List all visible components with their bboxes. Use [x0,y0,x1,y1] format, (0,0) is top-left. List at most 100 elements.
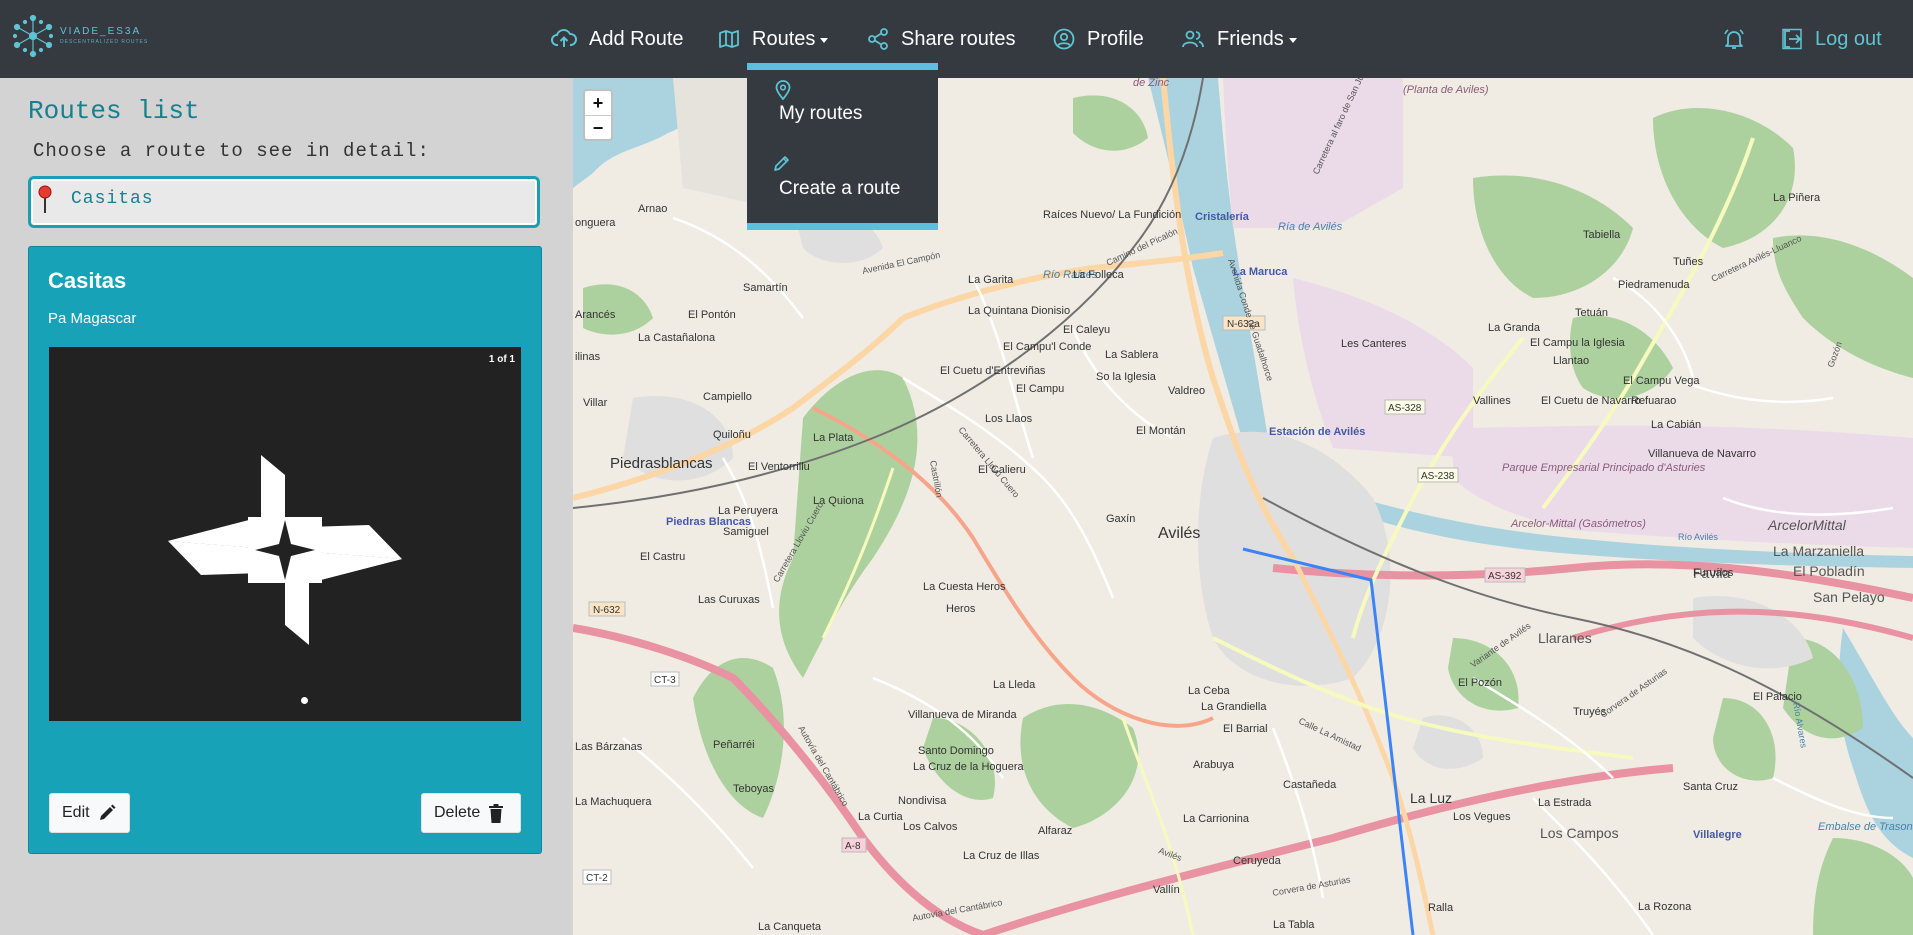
route-image-carousel[interactable]: 1 of 1 [49,347,521,721]
caret-down-icon [820,37,829,43]
map-label-la-marzaniella: La Marzaniella [1773,543,1864,559]
map-label-ria-aviles: Ría de Avilés [1278,221,1343,233]
network-logo-icon [12,14,54,58]
map-label-piedramenuda: Piedramenuda [1618,279,1690,291]
map-label-samiguel: Samiguel [723,526,769,538]
map-label-arnao: Arnao [638,203,667,215]
map-label-samartin: Samartín [743,282,788,294]
top-navbar: VIADE_ES3A DESCENTRALIZED ROUTES Add Rou… [0,0,1913,78]
map-label-aviles: Avilés [1158,525,1200,542]
map-label-vallin: Vallín [1153,884,1180,896]
nav-friends-label: Friends [1217,27,1284,50]
map-label-villanueva-navarro: Villanueva de Navarro [1648,448,1756,460]
route-card-title: Casitas [48,268,127,293]
map-road-name: Castrillón [928,460,944,499]
map-road-name: Gozón [1825,340,1843,368]
trash-icon [489,803,504,823]
map-label-heros: Heros [946,603,976,615]
edit-route-button[interactable]: Edit [49,793,130,833]
cloud-upload-icon [551,29,577,47]
map-label-valdreo: Valdreo [1168,385,1205,397]
map-label-la-quintana: La Quintana Dionisio [968,305,1070,317]
edit-button-label: Edit [62,804,90,821]
map-label-la-cuesta-heros: La Cuesta Heros [923,581,1006,593]
zoom-out-button[interactable]: − [585,116,611,140]
routes-list-subtitle: Choose a route to see in detail: [33,140,430,162]
map-label-villalegre: Villalegre [1693,829,1742,841]
nav-routes-label: Routes [752,27,816,50]
pencil-icon [774,156,789,171]
map-label-el-campu: El Campu [1016,383,1064,395]
map-label-las-curuxas: Las Curuxas [698,594,760,606]
map-label-la-carrionina: La Carrionina [1183,813,1250,825]
map-icon [719,30,739,48]
map-road-name: Autovía del Cantábrico [796,724,850,808]
map-label-la-luz: La Luz [1410,790,1452,806]
map-label-refuarao: Refuarao [1631,395,1676,407]
nav-friends-dropdown[interactable]: Friends [1181,18,1297,60]
map-label-san-pelayo: San Pelayo [1813,589,1885,605]
map-label-la-lleda: La Lleda [993,679,1036,691]
map-pin-icon [775,80,791,100]
map-road-name: Avilés [1157,845,1183,863]
logout-button[interactable]: Log out [1781,18,1882,60]
menu-item-create-route[interactable]: Create a route [779,178,900,200]
map-label-piedrasblancas: Piedrasblancas [610,455,713,472]
nav-share-routes[interactable]: Share routes [867,18,1016,60]
nav-share-routes-label: Share routes [901,27,1016,50]
map-label-embalse: Embalse de Trasona / Trasona [1818,821,1913,833]
map-label-alfaraz: Alfaraz [1038,825,1072,837]
brand-logo[interactable]: VIADE_ES3A DESCENTRALIZED ROUTES [12,14,148,58]
logout-icon [1782,28,1802,50]
map-label-la-cabian: La Cabián [1651,419,1701,431]
delete-route-button[interactable]: Delete [421,793,521,833]
nav-add-route-label: Add Route [589,27,684,50]
map-label-tetuan: Tetuán [1575,307,1608,319]
map-label-los-calvos: Los Calvos [903,821,958,833]
brand-tagline: DESCENTRALIZED ROUTES [60,39,149,45]
map-label-el-pobladin: El Pobladín [1793,563,1865,579]
map-label-el-castru: El Castru [640,551,685,563]
map-label-el-montan: El Montán [1136,425,1186,437]
map-label-el-ventorrillu: El Ventorrillu [748,461,810,473]
map-label-arances: Arancés [575,309,616,321]
map-road-label: AS-238 [1421,471,1455,482]
route-selector[interactable]: Casitas [28,176,540,228]
map-label-la-sablera: La Sablera [1105,349,1159,361]
zoom-in-button[interactable]: + [585,91,611,116]
delete-button-label: Delete [434,804,481,821]
map-label-villar: Villar [583,397,608,409]
map-road-label: AS-392 [1488,571,1522,582]
map-label-ilinas: ilinas [575,351,601,363]
map-label-planta: (Planta de Aviles) [1403,84,1489,96]
map-label-la-grandiella: La Grandiella [1201,701,1267,713]
map-label-el-pozon: El Pozón [1458,677,1502,689]
map-label-la-rozona: La Rozona [1638,901,1692,913]
map-label-cristaleria: Cristalería [1195,211,1250,223]
map-label-el-cuetu-navarro: El Cuetu de Navarro [1541,395,1641,407]
map-label-nondivisa: Nondivisa [898,795,947,807]
routes-list-title: Routes list [28,96,200,126]
route-card-description: Pa Magascar [48,310,137,327]
map-label-la-granda: La Granda [1488,322,1541,334]
map-label-los-campos: Los Campos [1540,825,1619,841]
map-label-parque: Parque Empresarial Principado d'Asturies [1502,462,1706,474]
map-label-la-castanalona: La Castañalona [638,332,716,344]
notifications-button[interactable] [1722,18,1758,60]
nav-add-route[interactable]: Add Route [551,18,684,60]
carousel-indicator-dot[interactable] [301,697,308,704]
map-label-el-ponton: El Pontón [688,309,736,321]
map-label-la-ceba: La Ceba [1188,685,1230,697]
map-label-ralla: Ralla [1428,902,1454,914]
menu-item-my-routes[interactable]: My routes [779,103,862,125]
brand-name: VIADE_ES3A [60,26,142,37]
nav-profile[interactable]: Profile [1053,18,1144,60]
user-circle-icon [1053,28,1075,50]
carousel-counter: 1 of 1 [488,354,515,365]
bell-icon [1724,29,1744,49]
map-label-raices-nuevo: Raíces Nuevo/ La Fundición [1043,209,1181,221]
nav-routes-dropdown[interactable]: Routes [718,18,829,60]
routes-dropdown-menu: My routes Create a route [747,63,938,230]
nav-profile-label: Profile [1087,27,1144,50]
map-label-el-palacio: El Palacio [1753,691,1802,703]
